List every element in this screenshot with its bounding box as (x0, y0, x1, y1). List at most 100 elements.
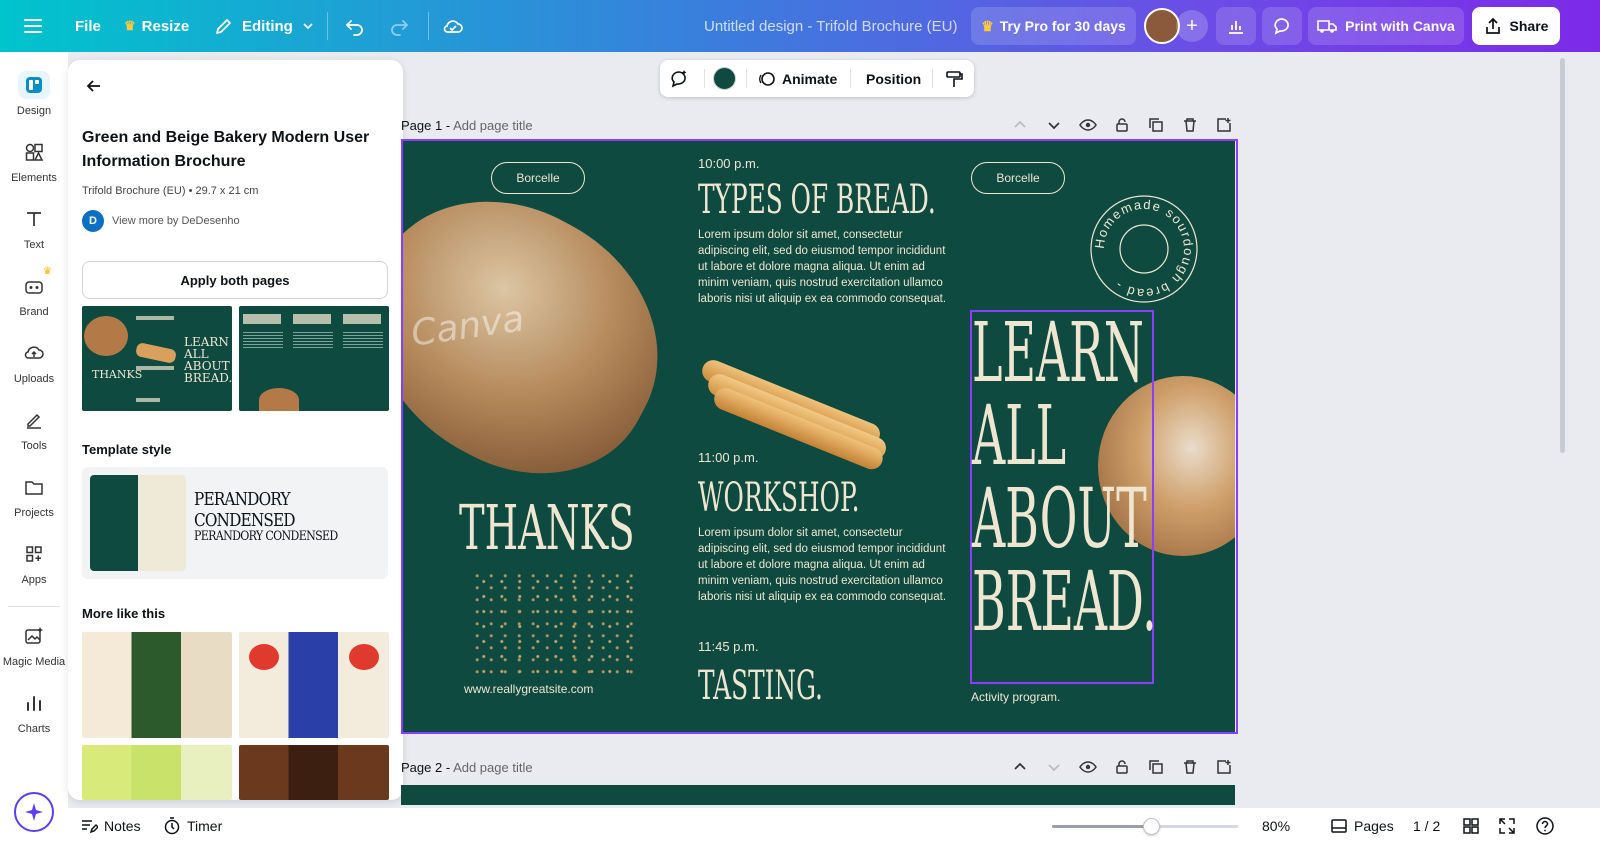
rail-design[interactable]: Design (0, 64, 68, 124)
try-pro-button[interactable]: ♛ Try Pro for 30 days (971, 7, 1136, 45)
related-template-3[interactable] (82, 745, 232, 800)
divider (327, 12, 328, 40)
rail-elements[interactable]: Elements (0, 131, 68, 191)
author-link[interactable]: D View more by DeDesenho (82, 210, 240, 232)
zoom-level[interactable]: 80% (1262, 808, 1290, 844)
save-status-button[interactable] (442, 0, 464, 52)
move-page-down-button[interactable] (1044, 115, 1064, 135)
page-counter[interactable]: 1 / 2 (1413, 808, 1440, 844)
rail-charts[interactable]: Charts (0, 682, 68, 742)
trash-icon (1184, 118, 1196, 132)
template-style-heading: Template style (82, 442, 172, 457)
page-selection-outline (401, 139, 1238, 734)
resize-button[interactable]: ♛ Resize (124, 0, 189, 52)
plus-icon: + (1186, 14, 1198, 37)
related-template-4[interactable] (239, 745, 389, 800)
template-style-card[interactable]: PERANDORY CONDENSED PERANDORY CONDENSED (82, 467, 388, 579)
timer-button[interactable]: Timer (163, 808, 222, 844)
pages-button[interactable]: Pages (1330, 808, 1394, 844)
background-color-button[interactable] (713, 67, 736, 90)
duplicate-page-button[interactable] (1146, 115, 1166, 135)
hide-page-button[interactable] (1078, 757, 1098, 777)
duplicate-icon (1149, 118, 1163, 132)
add-collaborator-button[interactable]: + (1176, 10, 1208, 42)
divider (850, 69, 851, 88)
zoom-slider[interactable] (1052, 818, 1238, 835)
position-button[interactable]: Position (866, 60, 921, 97)
chevron-down-icon (303, 23, 313, 30)
rail-projects[interactable]: Projects (0, 466, 68, 526)
animate-button[interactable]: Animate (758, 60, 837, 97)
insights-button[interactable] (1216, 7, 1256, 45)
rail-apps[interactable]: Apps (0, 533, 68, 593)
share-button[interactable]: Share (1472, 7, 1560, 45)
page-thumbnail-1[interactable]: THANKS LEARN ALL ABOUT BREAD. (82, 306, 232, 411)
back-button[interactable] (82, 74, 106, 98)
rail-divider (8, 606, 60, 607)
rail-tools[interactable]: Tools (0, 399, 68, 459)
lock-page-button[interactable] (1112, 757, 1132, 777)
duplicate-page-button[interactable] (1146, 757, 1166, 777)
add-page-button[interactable] (1214, 757, 1234, 777)
vertical-scrollbar[interactable] (1560, 58, 1565, 453)
crown-icon: ♛ (124, 18, 136, 33)
chevron-up-icon (1014, 120, 1026, 128)
add-page-title[interactable]: Add page title (453, 118, 533, 133)
move-page-up-button[interactable] (1010, 757, 1030, 777)
grid-view-button[interactable] (1462, 808, 1480, 844)
page-1-label[interactable]: Page 1 - Add page title (401, 118, 533, 133)
page-thumbnail-2[interactable] (239, 306, 389, 411)
delete-page-button[interactable] (1180, 757, 1200, 777)
eye-icon (1079, 119, 1097, 131)
magic-assistant-button[interactable] (14, 792, 54, 832)
help-button[interactable] (1535, 808, 1555, 844)
page-1-tools (1010, 115, 1234, 135)
undo-button[interactable] (344, 0, 366, 52)
print-with-canva-button[interactable]: Print with Canva (1308, 7, 1464, 45)
template-meta: Trifold Brochure (EU) • 29.7 x 21 cm (82, 185, 259, 197)
file-menu[interactable]: File (75, 0, 101, 52)
delete-page-button[interactable] (1180, 115, 1200, 135)
notes-icon (82, 820, 98, 834)
tools-icon (27, 413, 41, 429)
undo-icon (345, 20, 363, 36)
crown-icon: ♛ (981, 17, 994, 34)
apply-both-pages-button[interactable]: Apply both pages (82, 261, 388, 299)
page-2-label[interactable]: Page 2 - Add page title (401, 760, 533, 775)
rail-magic-media[interactable]: Magic Media (0, 615, 68, 675)
hamburger-icon (24, 19, 42, 33)
edit-design-button[interactable] (668, 60, 690, 97)
comments-button[interactable] (1262, 7, 1302, 45)
add-page-title[interactable]: Add page title (453, 760, 533, 775)
truck-icon (1317, 20, 1337, 33)
zoom-slider-handle[interactable] (1142, 818, 1160, 835)
divider (704, 69, 705, 88)
related-template-1[interactable] (82, 632, 232, 738)
expand-icon (1499, 818, 1515, 834)
related-template-2[interactable] (239, 632, 389, 738)
menu-button[interactable] (22, 0, 44, 52)
copy-style-button[interactable] (944, 60, 964, 97)
add-page-icon (1217, 760, 1231, 774)
notes-button[interactable]: Notes (80, 808, 141, 844)
rail-uploads[interactable]: Uploads (0, 332, 68, 392)
rail-text[interactable]: Text (0, 198, 68, 258)
user-avatar[interactable] (1144, 8, 1180, 44)
fullscreen-button[interactable] (1498, 808, 1516, 844)
arrow-left-icon (86, 80, 100, 92)
document-title[interactable]: Untitled design - Trifold Brochure (EU) (704, 0, 957, 52)
add-page-button[interactable] (1214, 115, 1234, 135)
redo-button[interactable] (388, 0, 410, 52)
rail-brand[interactable]: ♛ Brand (0, 265, 68, 325)
pencil-icon (216, 19, 231, 34)
animate-icon (759, 71, 775, 86)
editing-mode-button[interactable]: Editing (214, 0, 315, 52)
uploads-icon (24, 346, 44, 359)
brochure-page-2[interactable] (401, 785, 1235, 805)
lock-page-button[interactable] (1112, 115, 1132, 135)
move-page-up-button[interactable] (1010, 115, 1030, 135)
move-page-down-button[interactable] (1044, 757, 1064, 777)
zoom-slider-fill (1052, 825, 1151, 828)
font-sample-secondary: PERANDORY CONDENSED (194, 529, 338, 544)
hide-page-button[interactable] (1078, 115, 1098, 135)
